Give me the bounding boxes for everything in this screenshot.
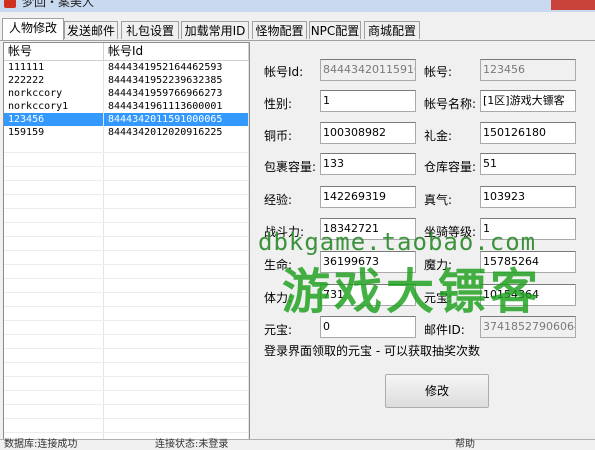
tab-send-mail[interactable]: 发送邮件 [64,21,118,39]
zhenqi-field[interactable]: 103923 [480,186,576,208]
title-bar: 梦回・案美人 [0,0,595,12]
gender-label: 性别: [264,97,293,111]
empty-row [4,251,249,265]
status-db: 数据库:连接成功 [4,439,78,450]
gender-field[interactable]: 1 [320,90,416,112]
empty-row [4,405,249,419]
empty-row [4,181,249,195]
cell-account: 123456 [4,113,104,126]
empty-row [4,307,249,321]
empty-rows [4,139,249,441]
cell-account: norkccory1 [4,100,104,113]
gift-field[interactable]: 150126180 [480,122,576,144]
account-name-field[interactable]: [1区]游戏大镖客 [480,90,576,112]
cell-account: 222222 [4,74,104,87]
tab-monster-config[interactable]: 怪物配置 [252,21,307,39]
status-login: 连接状态:未登录 [155,439,229,450]
watermark-brand: 游戏大镖客 [282,264,543,320]
empty-row [4,167,249,181]
account-name-label: 帐号名称: [424,97,477,111]
cell-account-id: 8444342011591000065 [104,113,249,126]
empty-row [4,195,249,209]
zhenqi-label: 真气: [424,193,453,207]
bag-capacity-field[interactable]: 133 [320,153,416,175]
empty-row [4,335,249,349]
account-id-label: 帐号Id: [264,65,304,79]
window-title: 梦回・案美人 [22,0,95,9]
cell-account: 111111 [4,61,104,74]
cell-account-id: 8444341959766966273 [104,87,249,100]
tab-common-ids[interactable]: 加载常用ID [181,21,249,39]
empty-row [4,377,249,391]
empty-row [4,279,249,293]
table-row[interactable]: 111111 8444341952164462593 [4,61,249,74]
table-row[interactable]: norkccory 8444341959766966273 [4,87,249,100]
tab-shop-config[interactable]: 商城配置 [364,21,420,39]
empty-row [4,265,249,279]
cell-account-id: 8444342012020916225 [104,126,249,139]
empty-row [4,293,249,307]
account-field[interactable]: 123456 [480,59,576,81]
yuanbao-claim-label: 元宝: [264,323,293,337]
cell-account-id: 8444341952164462593 [104,61,249,74]
gift-label: 礼金: [424,129,453,143]
tab-character[interactable]: 人物修改 [2,18,64,40]
copper-field[interactable]: 100308982 [320,122,416,144]
table-row[interactable]: norkccory1 8444341961113600001 [4,100,249,113]
account-id-field[interactable]: 8444342011591000065 [320,59,416,81]
empty-row [4,419,249,433]
account-list[interactable]: 帐号 帐号Id 111111 8444341952164462593 222222… [3,42,250,442]
yuanbao-note: 登录界面领取的元宝 - 可以获取抽奖次数 [264,344,480,358]
empty-row [4,363,249,377]
table-row[interactable]: 159159 8444342012020916225 [4,126,249,139]
empty-row [4,349,249,363]
table-row[interactable]: 222222 8444341952239632385 [4,74,249,87]
empty-row [4,223,249,237]
empty-row [4,153,249,167]
empty-row [4,209,249,223]
bag-capacity-label: 包裹容量: [264,160,317,174]
tab-npc-config[interactable]: NPC配置 [309,21,361,39]
modify-button[interactable]: 修改 [385,374,489,408]
warehouse-capacity-field[interactable]: 51 [480,153,576,175]
account-label: 帐号: [424,65,453,79]
close-button[interactable] [551,0,595,10]
status-help: 帮助 [455,439,475,450]
empty-row [4,237,249,251]
exp-label: 经验: [264,193,293,207]
copper-label: 铜币: [264,129,293,143]
warehouse-capacity-label: 仓库容量: [424,160,477,174]
column-header-account[interactable]: 帐号 [4,43,104,60]
mail-id-label: 邮件ID: [424,323,465,337]
tab-gift-settings[interactable]: 礼包设置 [121,21,179,39]
tab-bar: 人物修改 发送邮件 礼包设置 加载常用ID 怪物配置 NPC配置 商城配置 [0,18,595,40]
table-row-selected[interactable]: 123456 8444342011591000065 [4,113,249,126]
empty-row [4,321,249,335]
cell-account-id: 8444341952239632385 [104,74,249,87]
app-icon [4,0,16,8]
empty-row [4,139,249,153]
cell-account-id: 8444341961113600001 [104,100,249,113]
list-header: 帐号 帐号Id [4,43,249,61]
empty-row [4,391,249,405]
cell-account: norkccory [4,87,104,100]
cell-account: 159159 [4,126,104,139]
column-header-account-id[interactable]: 帐号Id [104,43,249,60]
exp-field[interactable]: 142269319 [320,186,416,208]
